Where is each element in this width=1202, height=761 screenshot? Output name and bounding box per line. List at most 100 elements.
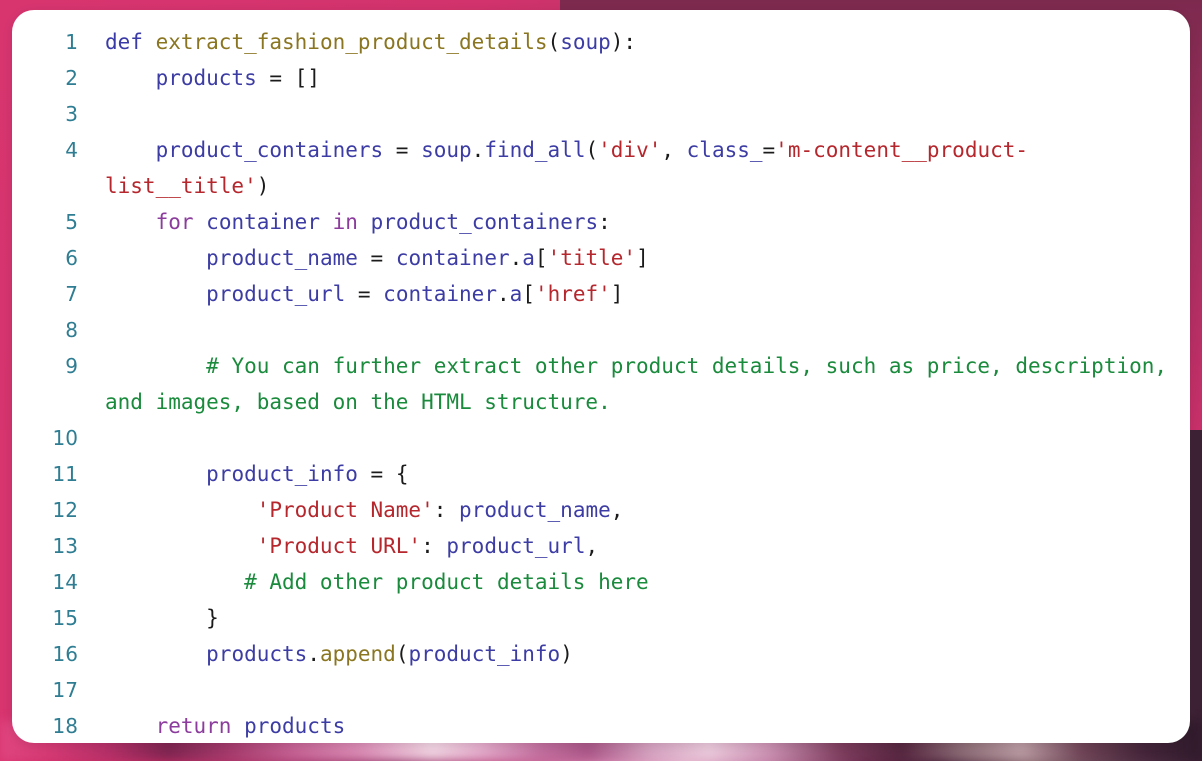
code-line-content: for container in product_containers: [78,204,1190,240]
line-number: 18 [52,714,78,738]
code-line: 10 [12,420,1190,456]
code-line: 14 # Add other product details here [12,564,1190,600]
code-line: 2 products = [] [12,60,1190,96]
code-line-content: products = [] [78,60,1190,96]
code-line-content: product_url = container.a['href'] [78,276,1190,312]
code-token-str: 'Product URL' [256,534,422,558]
code-token-var: find_all [484,138,586,162]
code-editor-lines[interactable]: 1 def extract_fashion_product_details(sou… [12,24,1190,743]
code-token-punct: = [383,138,422,162]
code-token-var: product_containers [155,138,384,162]
code-token-punct: [ [534,246,548,270]
code-line-content: } [78,600,1190,636]
code-token-kw: return [155,714,232,738]
code-token-punct: = [256,66,295,90]
code-line-content: product_containers = soup.find_all('div'… [78,132,1190,204]
code-token-var: class_ [686,138,763,162]
line-number: 7 [65,282,78,306]
code-token-str: 'title' [547,246,637,270]
code-token-var: products [244,714,346,738]
code-token-var: a [509,282,523,306]
code-line-content: product_info = { [78,456,1190,492]
code-token-punct: : [421,534,447,558]
code-token-punct: ): [610,30,637,54]
code-token-punct: [] [294,66,320,90]
code-line: 16 products.append(product_info) [12,636,1190,672]
code-token-punct: . [496,282,510,306]
code-token-var: product_containers [370,210,599,234]
code-token-punct: = [762,138,776,162]
code-line: 12 'Product Name': product_name, [12,492,1190,528]
line-number: 8 [65,318,78,342]
code-line: 6 product_name = container.a['title'] [12,240,1190,276]
line-number: 6 [65,246,78,270]
code-token-punct: ( [585,138,599,162]
code-token-var: container [206,210,320,234]
code-token-var: products [206,642,308,666]
code-token-punct: . [307,642,320,666]
code-token-punct: , [661,138,687,162]
line-number: 1 [65,30,78,54]
code-token-str: 'div' [598,138,662,162]
code-token-punct: ( [547,30,561,54]
code-token-com: # You can further extract other product … [105,354,1180,414]
code-line-content: 'Product Name': product_name, [78,492,1190,528]
code-line-content: # You can further extract other product … [78,348,1190,420]
code-line: 13 'Product URL': product_url, [12,528,1190,564]
code-token-var: product_url [206,282,346,306]
code-line: 11 product_info = { [12,456,1190,492]
code-token-punct: . [471,138,485,162]
code-line: 4 product_containers = soup.find_all('di… [12,132,1190,204]
code-token-punct: : [433,498,460,522]
code-token-punct: = [357,462,396,486]
code-token-punct: : [598,210,611,234]
code-token-punct: ] [636,246,649,270]
code-line-content [78,420,1190,456]
code-token-var: container [383,282,497,306]
code-line-content: # Add other product details here [78,564,1190,600]
code-token-def: def [105,30,143,54]
code-token-str: 'href' [534,282,611,306]
code-line-content: 'Product URL': product_url, [78,528,1190,564]
code-token-str: 'Product Name' [256,498,434,522]
code-line: 8 [12,312,1190,348]
code-line: 9 # You can further extract other produc… [12,348,1190,420]
line-number: 12 [52,498,78,522]
code-line-content: product_name = container.a['title'] [78,240,1190,276]
line-number: 15 [52,606,78,630]
code-token-punct: [ [522,282,535,306]
code-token-var: products [155,66,257,90]
code-token-punct: . [509,246,523,270]
line-number: 11 [52,462,78,486]
code-token-punct: ] [610,282,624,306]
code-token-var: a [522,246,535,270]
line-number: 13 [52,534,78,558]
code-token-var: soup [421,138,472,162]
code-token-punct: , [610,498,624,522]
code-line: 15 } [12,600,1190,636]
code-token-punct: , [585,534,599,558]
code-token-com: # Add other product details here [244,570,649,594]
line-number: 2 [65,66,78,90]
code-token-punct: { [395,462,409,486]
line-number: 4 [65,138,78,162]
code-line-content: products.append(product_info) [78,636,1190,672]
code-token-var: container [395,246,510,270]
code-line: 7 product_url = container.a['href'] [12,276,1190,312]
code-token-fname: append [319,642,396,666]
code-token-punct: ( [395,642,409,666]
line-number: 14 [52,570,78,594]
code-token-var: product_name [459,498,611,522]
line-number: 5 [65,210,78,234]
